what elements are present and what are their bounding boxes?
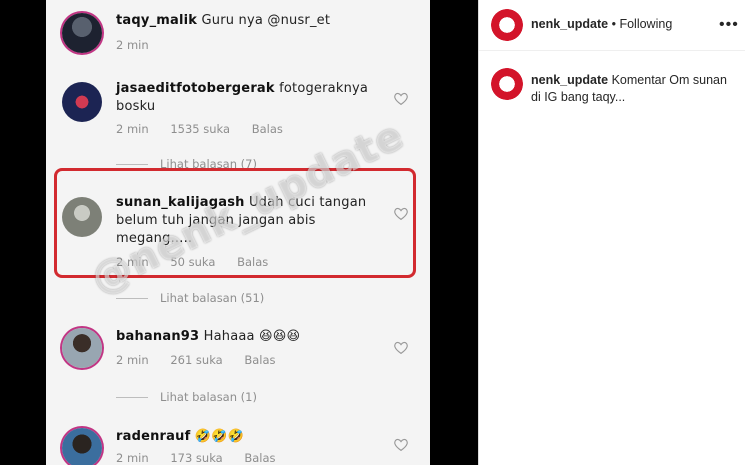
post-image: taqy_malik Guru nya @nusr_et 2 min jasae…	[0, 0, 478, 465]
account-avatar[interactable]	[491, 9, 523, 41]
comment-time: 2 min	[116, 353, 149, 367]
comment-username: bahanan93	[116, 329, 200, 344]
account-username[interactable]: nenk_update	[531, 17, 608, 31]
heart-icon[interactable]	[394, 341, 408, 354]
more-options-icon[interactable]: •••	[719, 16, 739, 34]
post-header: nenk_update • Following •••	[479, 0, 745, 51]
comment-likes[interactable]: 1535 suka	[170, 122, 230, 136]
comment-meta: 2 min 173 suka Balas	[116, 451, 294, 465]
comment-meta: 2 min	[116, 38, 167, 52]
screenshot-comment-list: taqy_malik Guru nya @nusr_et 2 min jasae…	[46, 0, 430, 465]
caption-avatar[interactable]	[491, 68, 523, 100]
view-replies-label[interactable]: Lihat balasan (1)	[160, 390, 257, 404]
follow-status-button[interactable]: Following	[619, 17, 672, 31]
view-replies[interactable]: Lihat balasan (1)	[116, 390, 257, 404]
comment-mention: @nusr_et	[267, 13, 331, 28]
comment-text: bahanan93 Hahaaa 😆😆😆	[116, 328, 392, 346]
avatar	[62, 328, 102, 368]
comment-username: taqy_malik	[116, 13, 198, 28]
reply-button[interactable]: Balas	[244, 451, 275, 465]
avatar	[62, 13, 102, 53]
heart-icon[interactable]	[394, 92, 408, 105]
reply-button[interactable]: Balas	[244, 353, 275, 367]
avatar	[62, 428, 102, 465]
post-caption: nenk_update Komentar Om sunan di IG bang…	[531, 72, 731, 106]
comment-text: radenrauf 🤣🤣🤣	[116, 428, 392, 446]
caption-username[interactable]: nenk_update	[531, 73, 608, 87]
comment-meta: 2 min 261 suka Balas	[116, 353, 294, 367]
comment-body: Hahaaa 😆😆😆	[203, 329, 301, 344]
comment-time: 2 min	[116, 38, 149, 52]
comment-text: jasaeditfotobergerak fotogeraknya bosku	[116, 80, 392, 116]
comment-likes[interactable]: 173 suka	[170, 451, 222, 465]
comment-body: 🤣🤣🤣	[194, 429, 244, 444]
comment-text: taqy_malik Guru nya @nusr_et	[116, 12, 392, 30]
post-sidebar: nenk_update • Following ••• nenk_update …	[478, 0, 745, 465]
comment-likes[interactable]: 261 suka	[170, 353, 222, 367]
comment-time: 2 min	[116, 122, 149, 136]
view-replies-label[interactable]: Lihat balasan (51)	[160, 291, 264, 305]
comment-meta: 2 min 1535 suka Balas	[116, 122, 301, 136]
comment-username: jasaeditfotobergerak	[116, 81, 275, 96]
comment-time: 2 min	[116, 451, 149, 465]
avatar	[62, 82, 102, 122]
heart-icon[interactable]	[394, 438, 408, 451]
post-header-text: nenk_update • Following	[531, 17, 672, 31]
separator-dot: •	[611, 17, 616, 31]
comment-body: Guru nya	[201, 13, 264, 28]
comment-username: radenrauf	[116, 429, 191, 444]
view-replies[interactable]: Lihat balasan (51)	[116, 291, 264, 305]
reply-button[interactable]: Balas	[252, 122, 283, 136]
